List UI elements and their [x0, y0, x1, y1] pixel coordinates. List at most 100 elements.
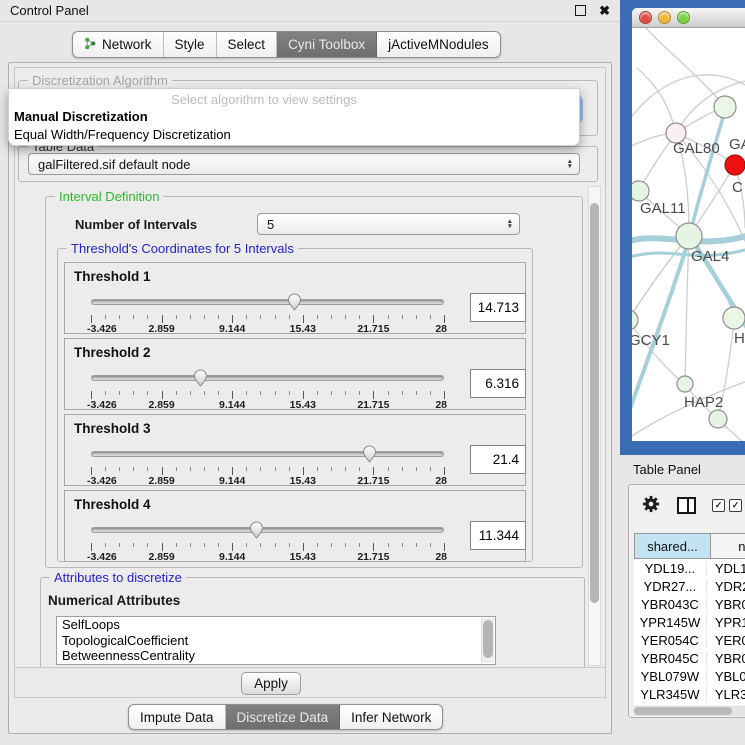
threshold-label: Threshold 4 [74, 497, 151, 512]
gear-icon[interactable] [642, 495, 660, 516]
checkbox-checked-icon[interactable]: ✓ [712, 499, 725, 512]
close-traffic-light[interactable] [639, 11, 652, 24]
table-row[interactable]: YIL052CYIL0 [634, 703, 745, 705]
network-icon [84, 37, 97, 53]
tab-impute-data[interactable]: Impute Data [129, 705, 226, 729]
node-label: GCY1 [632, 332, 670, 349]
table-h-scrollbar[interactable] [633, 706, 745, 716]
tab-label: Impute Data [140, 710, 214, 725]
network-node[interactable] [676, 223, 702, 249]
network-node[interactable] [632, 181, 649, 201]
slider-thumb[interactable] [361, 444, 378, 463]
tab-style[interactable]: Style [164, 32, 217, 57]
table-rows: YDL19...YDL1YDR27...YDR2YBR043CYBR0YPR14… [634, 559, 745, 705]
network-graph: GAL80GACGAL11GAL4GCY1HHAP2 [632, 28, 745, 441]
slider-track[interactable] [91, 299, 444, 305]
table-row[interactable]: YLR345WYLR3 [634, 685, 745, 703]
slider-thumb[interactable] [286, 292, 303, 311]
main-scrollbar[interactable] [588, 186, 601, 666]
table-row[interactable]: YDR27...YDR2 [634, 577, 745, 595]
network-canvas[interactable]: GAL80GACGAL11GAL4GCY1HHAP2 [632, 28, 745, 441]
tab-network[interactable]: Network [73, 32, 164, 57]
apply-bar: Apply [15, 667, 605, 698]
table-row[interactable]: YER054CYER0 [634, 631, 745, 649]
scrollbar-thumb[interactable] [483, 620, 493, 658]
network-window-titlebar[interactable] [632, 8, 745, 28]
table-panel-titlebar: Table Panel [620, 455, 745, 483]
scrollbar-thumb[interactable] [634, 707, 732, 715]
table-row[interactable]: YDL19...YDL1 [634, 559, 745, 577]
dropdown-hint: Select algorithm to view settings [9, 92, 519, 107]
tab-infer-network[interactable]: Infer Network [340, 705, 442, 729]
threshold-value-field[interactable]: 6.316 [470, 369, 526, 398]
float-window-icon[interactable] [575, 5, 586, 16]
network-node[interactable] [632, 310, 638, 330]
network-edge [637, 68, 676, 133]
threshold-value-field[interactable]: 11.344 [470, 521, 526, 550]
slider-track[interactable] [91, 375, 444, 381]
checkbox-checked-icon[interactable]: ✓ [729, 499, 742, 512]
table-data-combo[interactable]: galFiltered.sif default node ▲▼ [28, 153, 580, 175]
slider-thumb[interactable] [248, 520, 265, 539]
algorithm-dropdown-popup: Select algorithm to view settings Manual… [8, 88, 580, 146]
tab-select[interactable]: Select [217, 32, 278, 57]
num-intervals-combo[interactable]: 5 ▲▼ [257, 213, 520, 235]
group-title: Interval Definition [55, 189, 163, 204]
tab-label: Cyni Toolbox [288, 37, 365, 52]
table-row[interactable]: YBR043CYBR0 [634, 595, 745, 613]
slider-track[interactable] [91, 527, 444, 533]
network-view-window[interactable]: GAL80GACGAL11GAL4GCY1HHAP2 [632, 8, 745, 441]
slider-scale: -3.4262.8599.14415.4321.71528 [91, 475, 444, 487]
numerical-attributes-list[interactable]: SelfLoopsTopologicalCoefficientBetweenne… [56, 616, 496, 665]
network-node[interactable] [723, 307, 745, 329]
attribute-list-item[interactable]: TopologicalCoefficient [57, 633, 495, 649]
panel-title: Table Panel [633, 462, 701, 477]
attribute-list-item[interactable]: BetweennessCentrality [57, 648, 495, 664]
dropdown-option-manual[interactable]: Manual Discretization [14, 109, 148, 124]
apply-button[interactable]: Apply [241, 672, 301, 695]
network-edge [685, 236, 689, 384]
list-scrollbar[interactable] [481, 618, 494, 663]
slider-track[interactable] [91, 451, 444, 457]
tab-label: jActiveMNodules [388, 37, 489, 52]
top-tab-bar: Network Style Select Cyni Toolbox jActiv… [72, 31, 501, 58]
threshold-label: Threshold 2 [74, 345, 151, 360]
tab-label: Style [175, 37, 205, 52]
tab-jactivemnodules[interactable]: jActiveMNodules [377, 32, 500, 57]
split-view-icon[interactable] [677, 497, 696, 514]
node-label: C [732, 179, 743, 196]
threshold-value-field[interactable]: 21.4 [470, 445, 526, 474]
slider-scale: -3.4262.8599.14415.4321.71528 [91, 323, 444, 335]
combo-value: 5 [267, 217, 274, 232]
tab-cyni-toolbox[interactable]: Cyni Toolbox [277, 32, 377, 57]
network-node[interactable] [725, 155, 745, 175]
zoom-traffic-light[interactable] [677, 11, 690, 24]
column-header-shared-name[interactable]: shared... [634, 533, 711, 559]
slider-thumb[interactable] [192, 368, 209, 387]
network-node[interactable] [709, 410, 727, 428]
node-label: GAL11 [640, 200, 686, 217]
attribute-list-item[interactable]: SelfLoops [57, 617, 495, 633]
network-node[interactable] [714, 96, 736, 118]
dropdown-option-equal-width[interactable]: Equal Width/Frequency Discretization [14, 127, 231, 142]
group-title: Threshold's Coordinates for 5 Intervals [67, 241, 298, 256]
table-row[interactable]: YPR145WYPR1 [634, 613, 745, 631]
minimize-traffic-light[interactable] [658, 11, 671, 24]
close-icon[interactable]: ✖ [599, 6, 610, 16]
table-panel: ✓ ✓ shared... na YDL19...YDL1YDR27...YDR… [628, 484, 745, 718]
node-label: H [734, 330, 745, 347]
network-window-frame: GAL80GACGAL11GAL4GCY1HHAP2 [620, 0, 745, 455]
tab-discretize-data[interactable]: Discretize Data [226, 705, 341, 729]
table-row[interactable]: YBR045CYBR0 [634, 649, 745, 667]
scrollbar-thumb[interactable] [590, 203, 599, 603]
node-label: GA [729, 136, 745, 153]
threshold-label: Threshold 1 [74, 269, 151, 284]
tab-label: Discretize Data [237, 710, 329, 725]
network-node[interactable] [677, 376, 693, 392]
tab-label: Network [102, 37, 152, 52]
threshold-value-field[interactable]: 14.713 [470, 293, 526, 322]
combo-arrows-icon: ▲▼ [567, 159, 573, 169]
table-row[interactable]: YBL079WYBL0 [634, 667, 745, 685]
column-header-name[interactable]: na [710, 533, 745, 559]
slider-scale: -3.4262.8599.14415.4321.71528 [91, 551, 444, 563]
